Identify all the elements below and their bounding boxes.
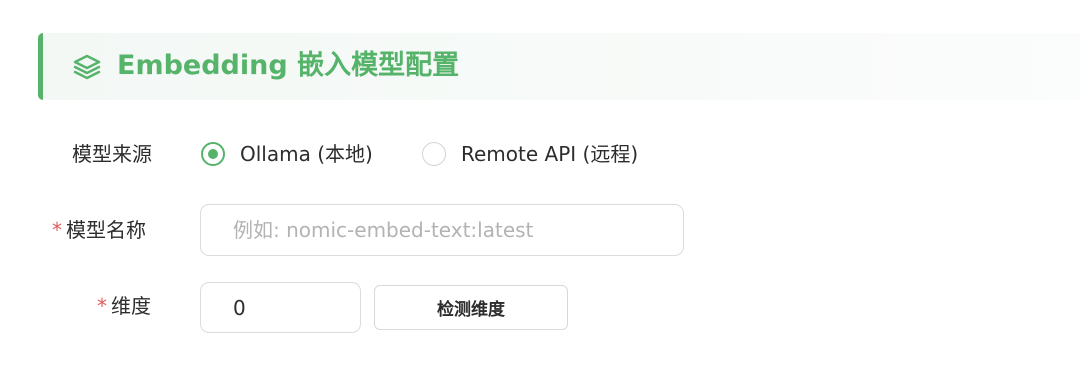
layers-icon — [73, 54, 101, 80]
radio-ollama-local[interactable]: Ollama (本地) — [201, 140, 373, 168]
model-name-label-text: 模型名称 — [66, 218, 146, 242]
model-name-input[interactable] — [200, 204, 684, 256]
embedding-config-panel: Embedding 嵌入模型配置 模型来源 Ollama (本地) Remote… — [0, 0, 1080, 376]
radio-remote-indicator[interactable] — [422, 142, 446, 166]
required-marker: * — [97, 294, 107, 318]
radio-remote-label: Remote API (远程) — [461, 142, 639, 166]
radio-remote-api[interactable]: Remote API (远程) — [422, 140, 638, 168]
required-marker: * — [52, 218, 62, 242]
radio-ollama-label: Ollama (本地) — [240, 142, 373, 166]
radio-ollama-indicator[interactable] — [201, 142, 225, 166]
section-title: Embedding 嵌入模型配置 — [117, 50, 460, 81]
detect-dimension-button[interactable]: 检测维度 — [374, 285, 568, 330]
dimension-label-text: 维度 — [111, 294, 151, 318]
dimension-input[interactable] — [200, 282, 361, 333]
model-name-label: * 模型名称 — [52, 216, 146, 244]
model-source-label: 模型来源 — [72, 142, 152, 166]
section-header: Embedding 嵌入模型配置 — [38, 33, 1080, 100]
dimension-label: * 维度 — [97, 292, 151, 320]
